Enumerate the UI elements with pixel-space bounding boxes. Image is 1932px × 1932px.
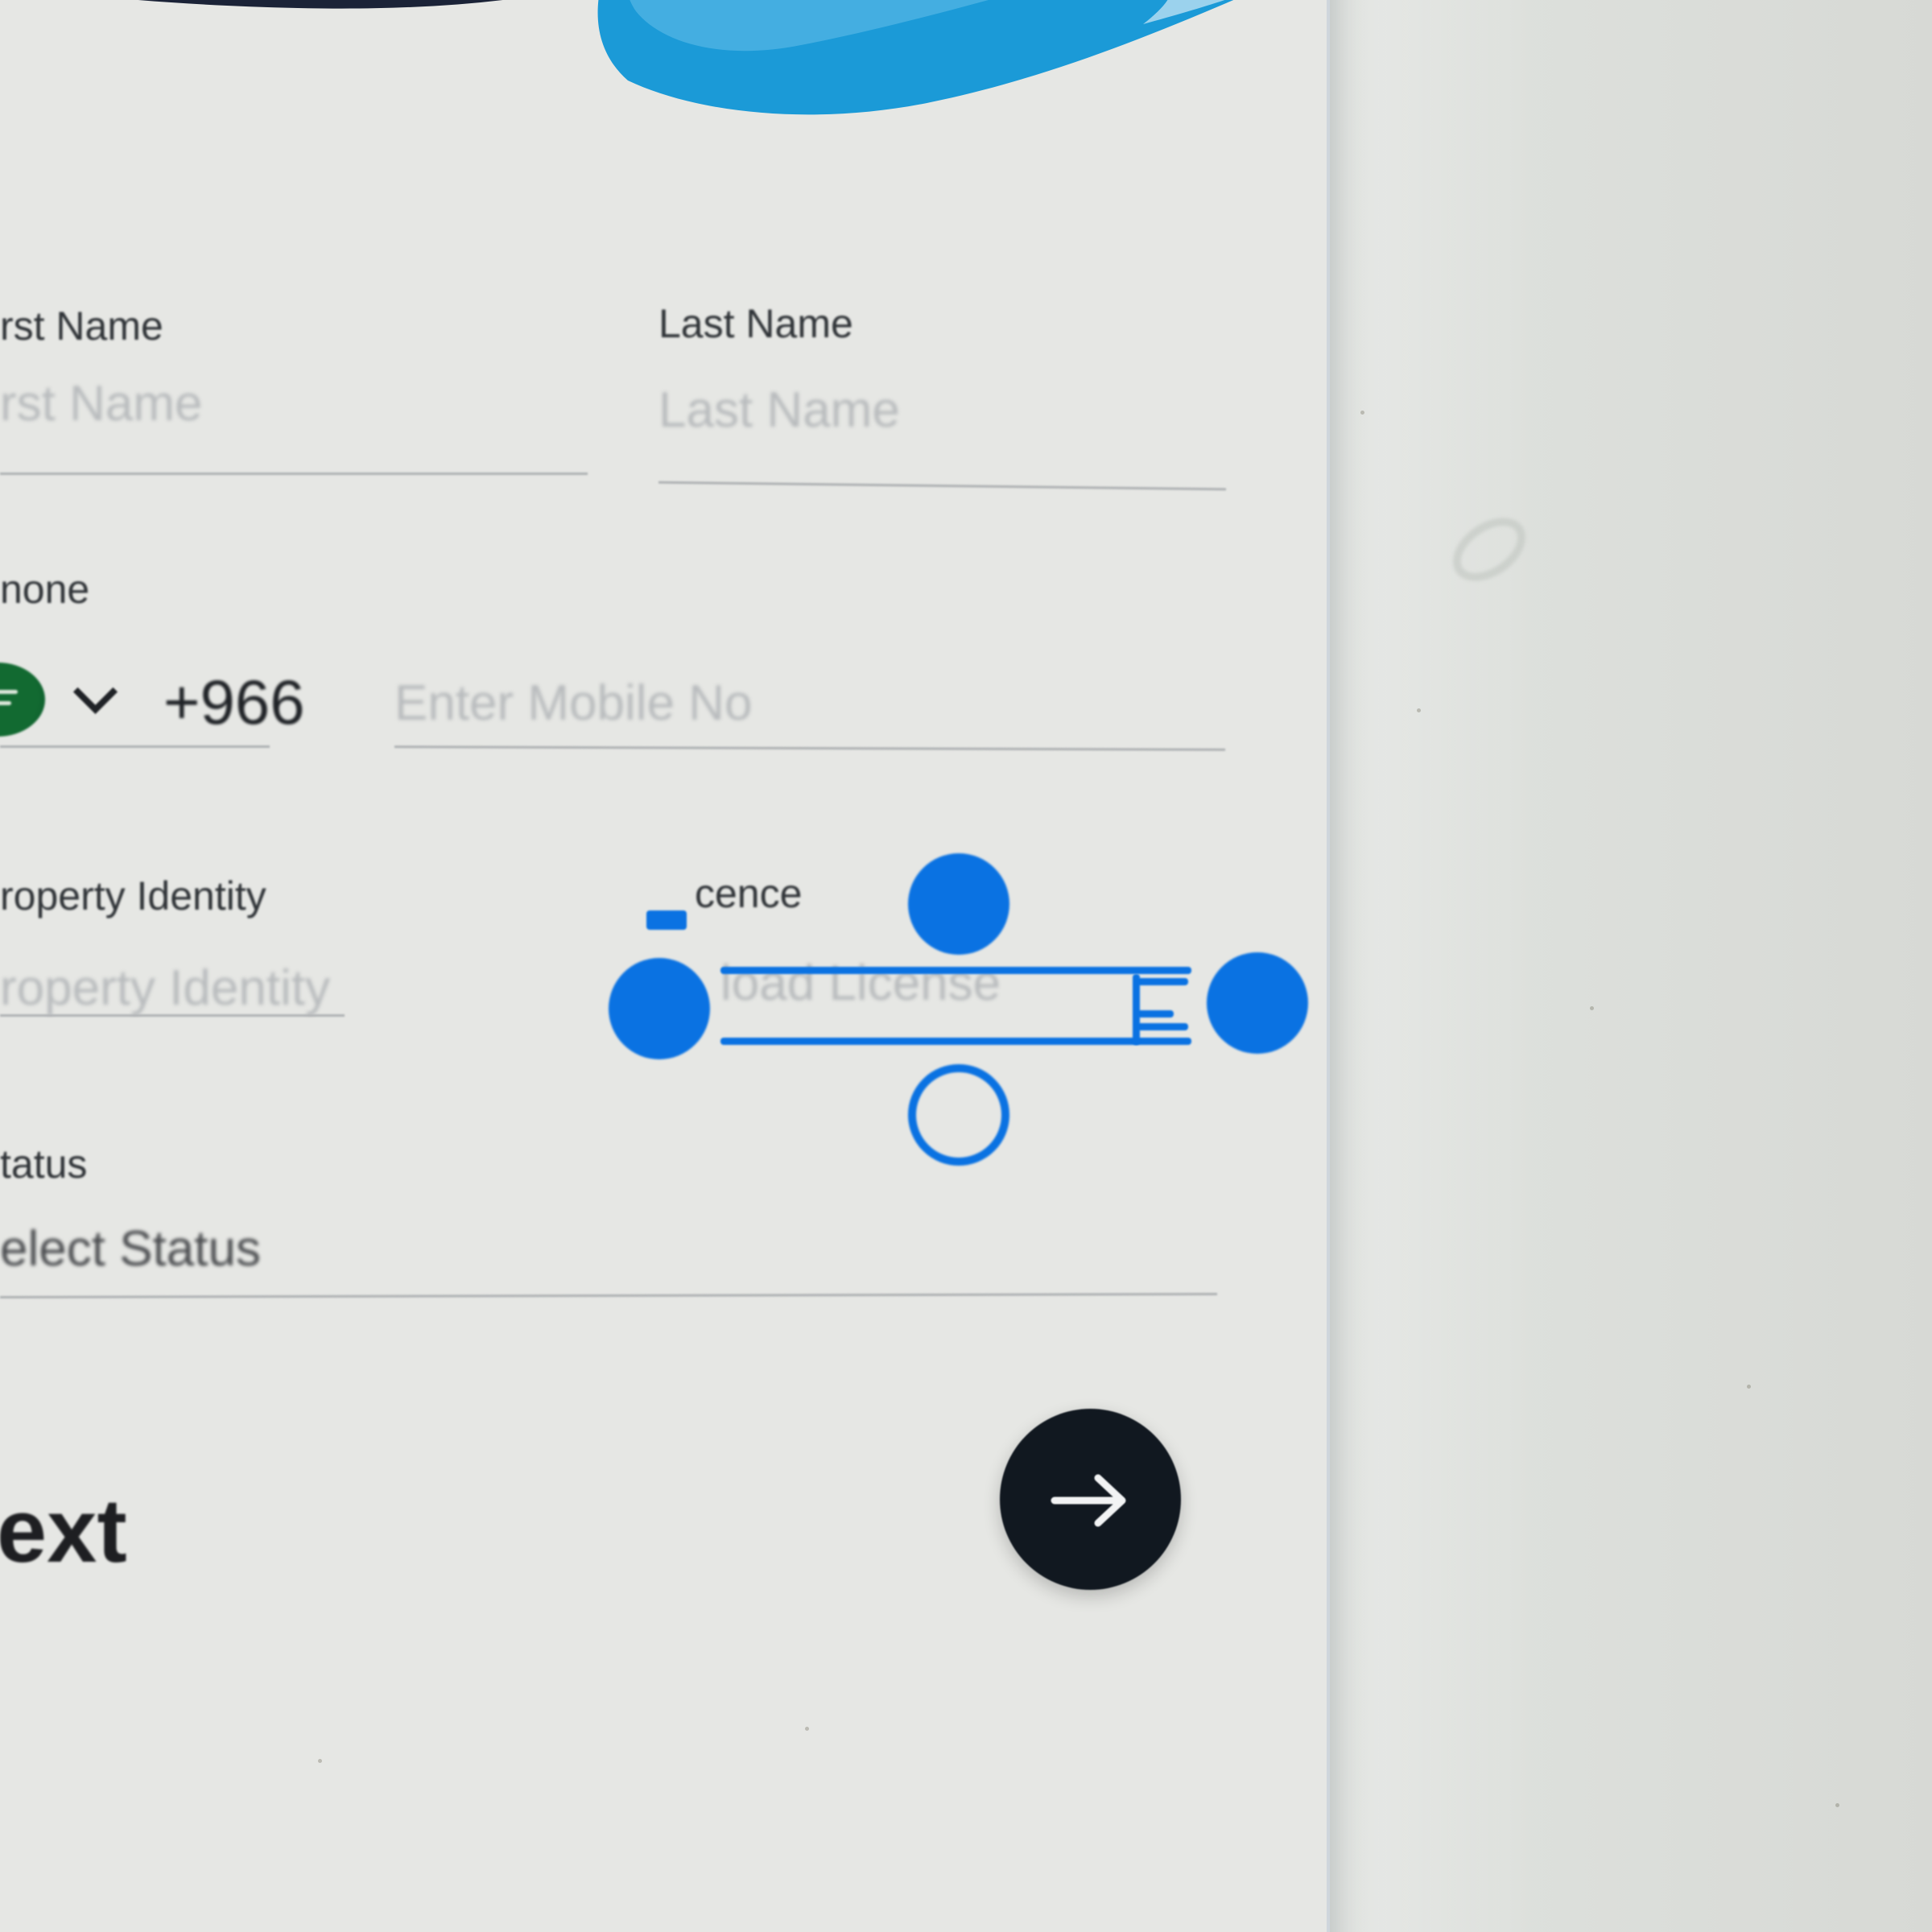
next-label: Next xyxy=(0,1480,127,1581)
photo-dust xyxy=(318,1759,322,1763)
first-name-label: rst Name xyxy=(0,303,163,349)
selection-top-line xyxy=(720,967,1191,974)
header-wave-graphic xyxy=(138,0,1234,115)
photo-dust xyxy=(1747,1385,1751,1389)
selection-end-marker-stem xyxy=(1133,974,1140,1045)
country-code[interactable]: +966 xyxy=(163,668,305,736)
photo-dust xyxy=(1590,1006,1594,1010)
saudi-flag-icon[interactable] xyxy=(0,663,45,737)
country-code-underline xyxy=(0,745,270,748)
background-outside-screen xyxy=(1327,0,1932,1932)
mobile-number-underline xyxy=(394,745,1226,751)
status-placeholder[interactable]: elect Status xyxy=(0,1220,261,1278)
status-label: tatus xyxy=(0,1141,88,1187)
selection-bottom-line xyxy=(720,1038,1191,1045)
left-selection-handle[interactable] xyxy=(609,958,710,1059)
photo-dust xyxy=(805,1727,809,1731)
status-underline xyxy=(0,1293,1218,1298)
last-name-placeholder[interactable]: Last Name xyxy=(658,382,900,440)
photo-scene: rst Name rst Name Last Name Last Name no… xyxy=(0,0,1932,1932)
property-identity-underline xyxy=(0,1014,345,1017)
last-name-label: Last Name xyxy=(658,301,853,346)
right-selection-handle[interactable] xyxy=(1207,952,1308,1054)
phone-label: none xyxy=(0,567,90,612)
selection-end-marker-bottom xyxy=(1137,1023,1188,1030)
mobile-number-placeholder[interactable]: Enter Mobile No xyxy=(394,675,753,733)
photo-dust xyxy=(1417,708,1421,712)
property-identity-label: roperty Identity xyxy=(0,873,266,919)
top-selection-handle[interactable] xyxy=(908,853,1009,955)
header-blue-curve xyxy=(597,0,1234,115)
selection-end-marker-top xyxy=(1137,978,1188,985)
next-button[interactable] xyxy=(1000,1409,1181,1590)
bottom-selection-handle[interactable] xyxy=(908,1064,1009,1166)
selection-end-marker-middle xyxy=(1137,1010,1174,1018)
arrow-right-icon xyxy=(1051,1474,1126,1527)
header-light-blue-band xyxy=(630,0,989,52)
property-identity-placeholder[interactable]: roperty Identity xyxy=(0,960,330,1018)
header-white-highlight xyxy=(1143,0,1225,24)
photo-dust xyxy=(1835,1803,1839,1807)
chevron-down-icon[interactable] xyxy=(72,669,118,715)
last-name-underline xyxy=(658,481,1226,491)
photo-dust xyxy=(1360,411,1364,415)
first-name-placeholder[interactable]: rst Name xyxy=(0,375,202,433)
licence-selection-overlay[interactable] xyxy=(600,833,1320,1183)
header-dark-curve xyxy=(138,0,503,9)
selection-label-marker xyxy=(646,910,687,930)
first-name-underline xyxy=(0,473,588,475)
